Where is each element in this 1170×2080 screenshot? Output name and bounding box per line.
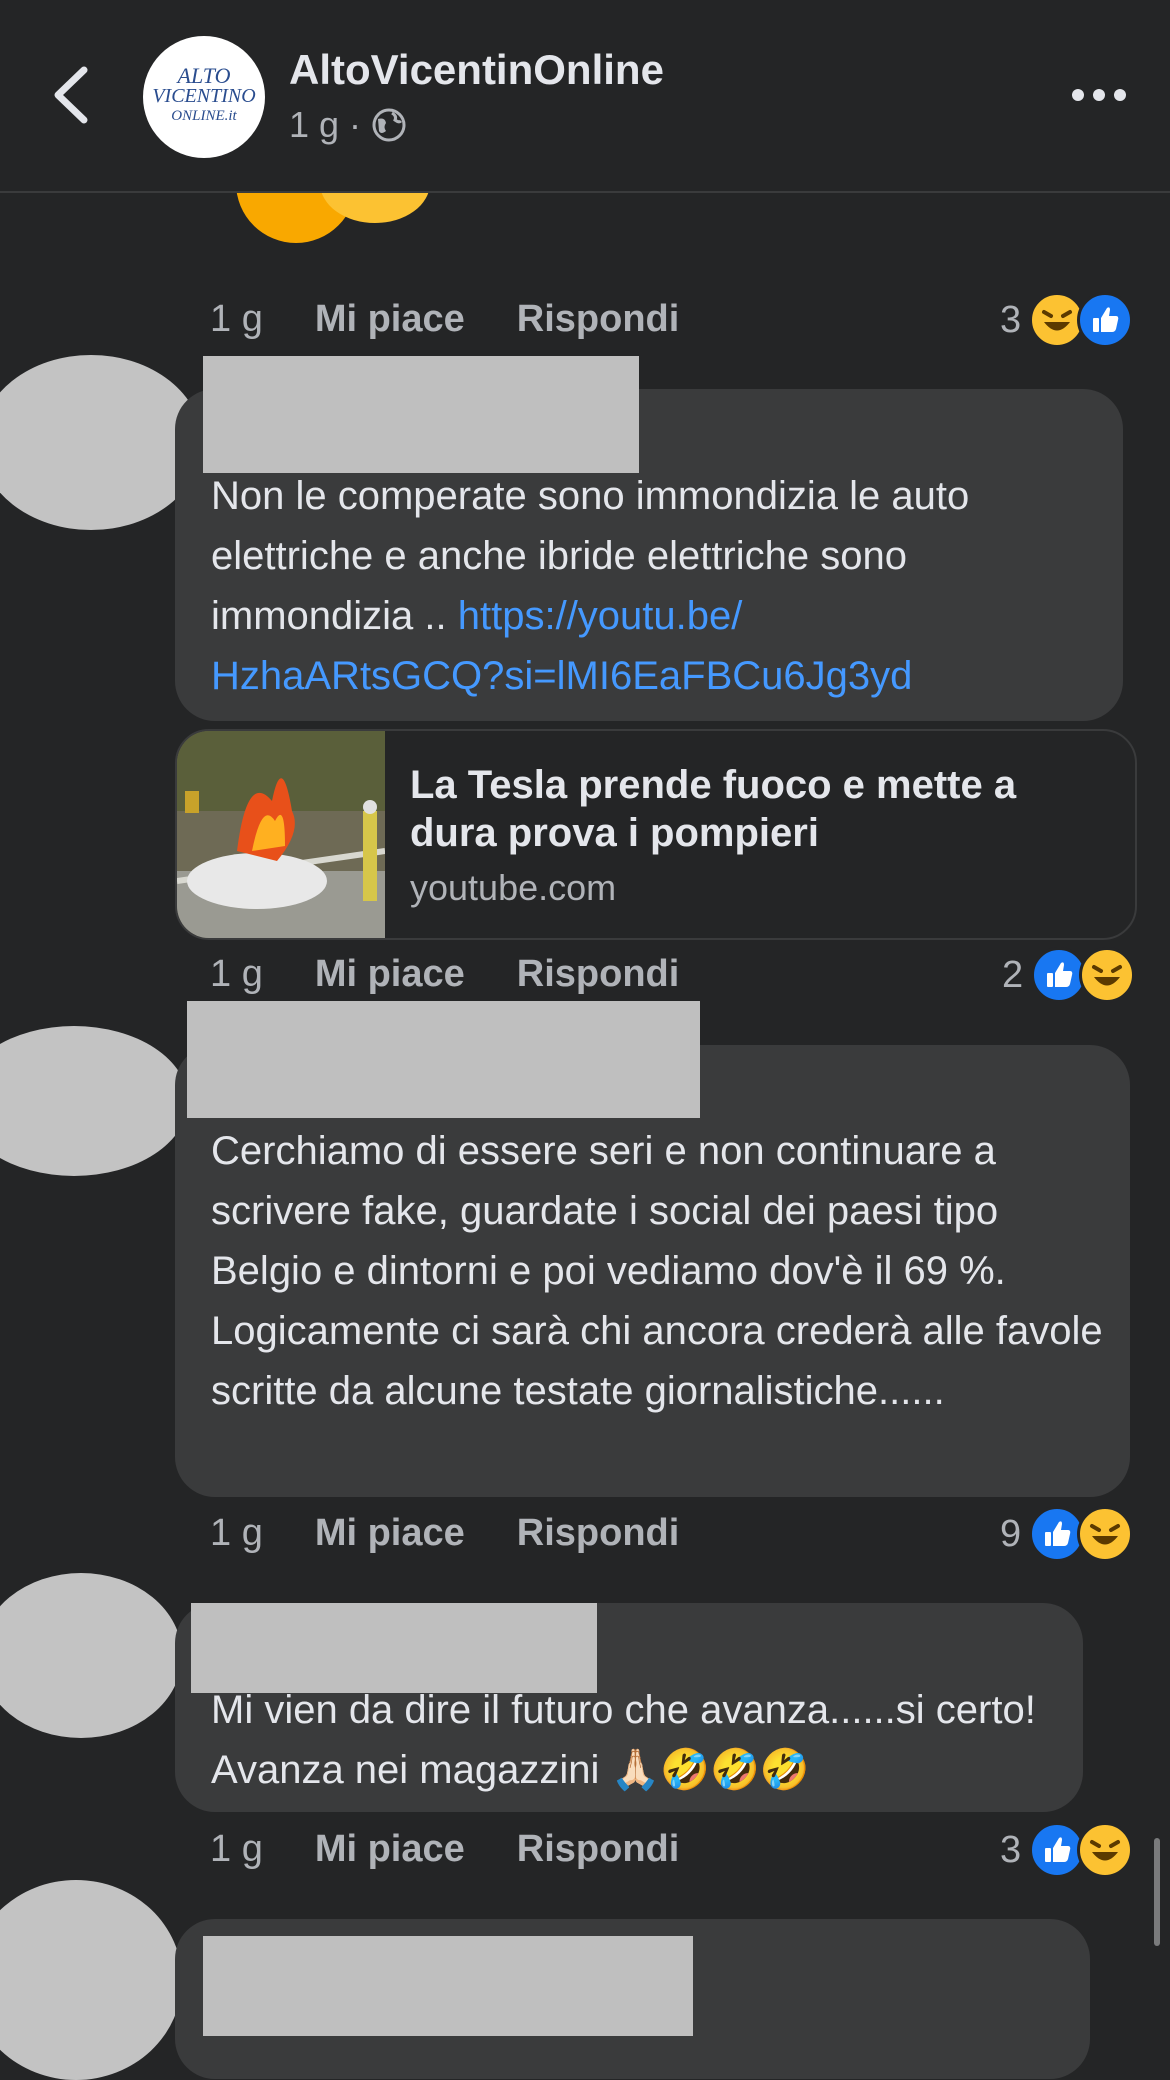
reactions-summary[interactable]: 9 xyxy=(1000,1506,1134,1562)
sticker-image xyxy=(230,193,440,253)
post-header: ALTO VICENTINO ONLINE.it AltoVicentinOnl… xyxy=(0,0,1170,193)
reply-button[interactable]: Rispondi xyxy=(517,1828,680,1871)
comment-time: 1 g xyxy=(210,298,263,340)
comment-actions: 1 g Mi piace Rispondi xyxy=(210,1828,679,1871)
reactions-summary[interactable]: 3 xyxy=(1000,1822,1134,1878)
like-reaction-icon xyxy=(1077,292,1134,348)
preview-thumbnail xyxy=(177,731,386,938)
more-dots-icon xyxy=(1072,89,1126,101)
reaction-count: 9 xyxy=(1000,1512,1022,1555)
redacted-author-name xyxy=(203,356,639,473)
post-time: 1 g · xyxy=(289,104,362,145)
commenter-avatar[interactable] xyxy=(0,1026,188,1176)
haha-reaction-icon xyxy=(1079,947,1136,1003)
comment-time: 1 g xyxy=(210,1512,263,1554)
haha-reaction-icon xyxy=(1077,1506,1134,1562)
reaction-count: 3 xyxy=(1000,1828,1022,1871)
commenter-avatar[interactable] xyxy=(0,355,202,530)
reply-button[interactable]: Rispondi xyxy=(517,298,680,341)
commenter-avatar[interactable] xyxy=(0,1880,182,2080)
logo-text: ALTO VICENTINO ONLINE.it xyxy=(152,63,256,125)
reaction-count: 3 xyxy=(1000,298,1022,341)
commenter-avatar[interactable] xyxy=(0,1573,182,1738)
preview-domain: youtube.com xyxy=(410,867,617,908)
scrollbar[interactable] xyxy=(1154,1838,1160,1946)
comment-text: Mi vien da dire il futuro che avanza....… xyxy=(211,1688,1036,1792)
post-meta: 1 g · xyxy=(289,104,407,146)
back-button[interactable] xyxy=(44,62,100,128)
comment-text: Cerchiamo di essere seri e non continuar… xyxy=(211,1129,1103,1413)
globe-icon xyxy=(372,108,406,142)
like-button[interactable]: Mi piace xyxy=(315,298,465,341)
comment-actions: 1 g Mi piace Rispondi xyxy=(210,1512,679,1555)
reaction-count: 2 xyxy=(1002,953,1024,996)
comment-actions: 1 g Mi piace Rispondi xyxy=(210,298,679,341)
like-button[interactable]: Mi piace xyxy=(315,1828,465,1871)
comment-actions: 1 g Mi piace Rispondi xyxy=(210,953,679,996)
reactions-summary[interactable]: 3 xyxy=(1000,292,1134,348)
preview-title: La Tesla prende fuoco e mette a dura pro… xyxy=(410,763,1017,855)
comment-time: 1 g xyxy=(210,953,263,995)
reactions-summary[interactable]: 2 xyxy=(1002,947,1136,1003)
redacted-author-name xyxy=(203,1936,693,2036)
comment-time: 1 g xyxy=(210,1828,263,1870)
haha-reaction-icon xyxy=(1077,1822,1134,1878)
like-button[interactable]: Mi piace xyxy=(315,953,465,996)
link-preview-card[interactable]: La Tesla prende fuoco e mette a dura pro… xyxy=(175,729,1137,940)
reply-button[interactable]: Rispondi xyxy=(517,953,680,996)
comment-text: Non le comperate sono immondizia le auto… xyxy=(211,474,970,698)
reply-button[interactable]: Rispondi xyxy=(517,1512,680,1555)
more-options-button[interactable] xyxy=(1068,80,1130,110)
like-button[interactable]: Mi piace xyxy=(315,1512,465,1555)
chevron-left-icon xyxy=(54,66,88,124)
page-avatar[interactable]: ALTO VICENTINO ONLINE.it xyxy=(143,36,265,158)
page-name[interactable]: AltoVicentinOnline xyxy=(289,46,664,94)
redacted-author-name xyxy=(187,1001,700,1118)
